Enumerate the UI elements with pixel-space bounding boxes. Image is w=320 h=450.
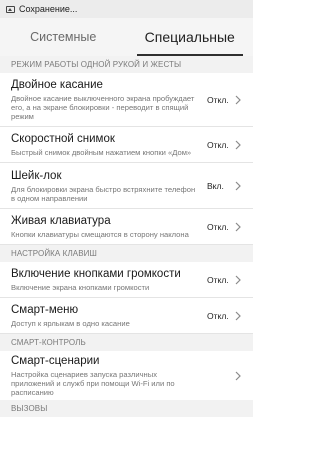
status-text: Сохранение... — [19, 4, 78, 14]
setting-value: Откл. — [207, 310, 229, 321]
tab-bar: Системные Специальные — [0, 18, 253, 56]
setting-title: Двойное касание — [11, 79, 103, 91]
section-header-calls: ВЫЗОВЫ — [0, 400, 253, 417]
setting-description: Кнопки клавиатуры смещаются в сторону на… — [11, 230, 189, 239]
chevron-right-icon — [233, 94, 243, 106]
chevron-right-icon — [233, 274, 243, 286]
setting-description: Включение экрана кнопками громкости — [11, 283, 150, 292]
chevron-right-icon — [233, 139, 243, 151]
setting-value: Откл. — [207, 94, 229, 105]
setting-description: Для блокировки экрана быстро встряхните … — [11, 184, 196, 203]
image-icon — [6, 5, 15, 13]
setting-title: Шейк-лок — [11, 169, 62, 182]
chevron-right-icon — [233, 310, 243, 322]
setting-description: Двойное касание выключенного экрана проб… — [11, 94, 195, 121]
setting-live-keyboard[interactable]: Живая клавиатура Кнопки клавиатуры смеща… — [0, 209, 253, 245]
chevron-right-icon — [233, 370, 243, 382]
setting-description: Доступ к ярлыкам в одно касание — [11, 319, 130, 328]
setting-value: Откл. — [207, 139, 229, 150]
status-bar: Сохранение... — [0, 0, 253, 18]
setting-title: Смарт-меню — [11, 304, 79, 316]
setting-title: Живая клавиатура — [11, 215, 111, 227]
section-header-one-hand: РЕЖИМ РАБОТЫ ОДНОЙ РУКОЙ И ЖЕСТЫ — [0, 56, 253, 73]
section-header-keys: НАСТРОЙКА КЛАВИШ — [0, 245, 253, 262]
section-header-smart: СМАРТ-КОНТРОЛЬ — [0, 334, 253, 351]
setting-title: Включение кнопками громкости — [11, 268, 181, 280]
setting-title: Смарт-сценарии — [11, 355, 100, 367]
setting-title: Скоростной снимок — [11, 133, 115, 145]
setting-double-tap[interactable]: Двойное касание Двойное касание выключен… — [0, 73, 253, 127]
chevron-right-icon — [233, 221, 243, 233]
setting-value: Откл. — [207, 221, 229, 232]
setting-description: Быстрый снимок двойным нажатием кнопки «… — [11, 148, 192, 157]
tab-special[interactable]: Специальные — [127, 18, 254, 56]
tab-system[interactable]: Системные — [0, 18, 127, 56]
setting-shake-lock[interactable]: Шейк-лок Для блокировки экрана быстро вс… — [0, 163, 253, 209]
setting-value: Откл. — [207, 274, 229, 285]
setting-volume-wake[interactable]: Включение кнопками громкости Включение э… — [0, 262, 253, 298]
setting-value: Вкл. — [207, 180, 224, 191]
setting-quick-snap[interactable]: Скоростной снимок Быстрый снимок двойным… — [0, 127, 253, 163]
setting-smart-menu[interactable]: Смарт-меню Доступ к ярлыкам в одно касан… — [0, 298, 253, 334]
setting-description: Настройка сценариев запуска различных пр… — [11, 370, 175, 397]
setting-smart-scenarios[interactable]: Смарт-сценарии Настройка сценариев запус… — [0, 351, 253, 400]
chevron-right-icon — [233, 180, 243, 192]
